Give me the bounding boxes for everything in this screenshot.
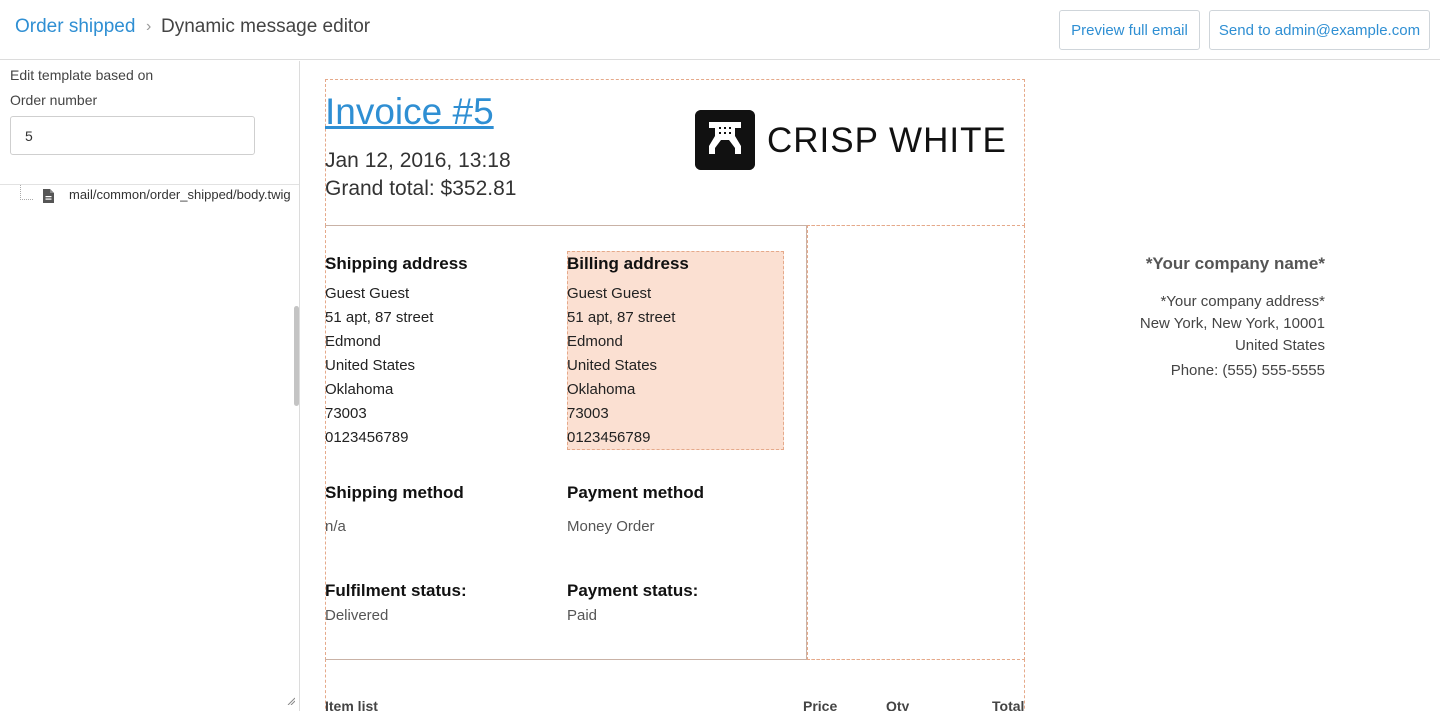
payment-status-heading: Payment status: (567, 581, 699, 600)
shipping-method-heading: Shipping method (325, 483, 464, 502)
send-test-email-button[interactable]: Send to admin@example.com (1209, 10, 1430, 50)
breadcrumb-order-shipped[interactable]: Order shipped (15, 16, 135, 38)
order-number-label: Order number (10, 92, 98, 108)
address-line: 51 apt, 87 street (567, 309, 676, 326)
details-border-top (325, 225, 807, 226)
page-title: Dynamic message editor (161, 16, 371, 37)
payment-status-value: Paid (567, 607, 598, 624)
company-address: *Your company address* (1160, 293, 1325, 310)
address-line: Oklahoma (325, 381, 394, 398)
qty-column-header: Qty (886, 698, 910, 711)
address-line: 51 apt, 87 street (325, 309, 434, 326)
details-border-bottom (325, 659, 807, 660)
item-list-header: Item list (325, 698, 378, 711)
price-column-header: Price (803, 698, 838, 711)
email-preview: Invoice #5 Jan 12, 2016, 13:18 Grand tot… (300, 61, 1440, 711)
address-line: 73003 (325, 405, 367, 422)
address-line: Edmond (325, 333, 381, 350)
address-line: Edmond (567, 333, 623, 350)
shipping-address: Guest Guest 51 apt, 87 street Edmond Uni… (325, 282, 433, 450)
address-line: 73003 (567, 405, 609, 422)
file-icon (43, 189, 54, 203)
invoice-grand-total: Grand total: $352.81 (325, 177, 517, 200)
fulfilment-status-value: Delivered (325, 607, 389, 624)
invoice-title-link[interactable]: Invoice #5 (325, 91, 494, 133)
payment-method-heading: Payment method (567, 483, 704, 502)
fulfilment-status-heading: Fulfilment status: (325, 581, 467, 600)
sidebar-scrollbar[interactable] (294, 306, 299, 406)
resize-grip-icon[interactable] (287, 697, 295, 705)
tree-connector (20, 185, 33, 200)
logo-text: CRISP WHITE (767, 121, 1007, 160)
company-info-block[interactable] (807, 225, 1025, 660)
details-border-right (806, 225, 807, 660)
preview-full-email-button[interactable]: Preview full email (1059, 10, 1200, 50)
company-name: *Your company name* (1145, 254, 1325, 273)
invoice-date: Jan 12, 2016, 13:18 (325, 149, 511, 172)
shipping-address-heading: Shipping address (325, 254, 468, 273)
template-file-item[interactable]: mail/common/order_shipped/body.twig (69, 187, 291, 202)
address-line: 0123456789 (567, 429, 651, 446)
crisp-white-logo-icon (695, 110, 755, 170)
template-sidebar: Edit template based on Order number mail… (0, 61, 300, 711)
address-line: 0123456789 (325, 429, 409, 446)
shipping-method-value: n/a (325, 518, 346, 535)
company-phone: Phone: (555) 555-5555 (1170, 362, 1325, 379)
company-country: United States (1234, 337, 1325, 354)
sidebar-divider (0, 184, 299, 185)
billing-address-heading: Billing address (567, 254, 689, 273)
order-number-input[interactable] (10, 116, 255, 155)
template-label: Edit template based on (10, 67, 154, 83)
address-line: Oklahoma (567, 381, 636, 398)
company-city: New York, New York, 10001 (1139, 315, 1325, 332)
address-line: Guest Guest (325, 285, 410, 302)
item-list-block[interactable] (325, 659, 1025, 711)
address-line: United States (325, 357, 416, 374)
address-line: Guest Guest (567, 285, 652, 302)
total-column-header: Total (992, 698, 1025, 711)
address-line: United States (567, 357, 658, 374)
breadcrumb-separator: › (146, 18, 152, 35)
billing-address: Guest Guest 51 apt, 87 street Edmond Uni… (567, 282, 675, 450)
payment-method-value: Money Order (567, 518, 655, 535)
top-bar: Order shipped › Dynamic message editor P… (0, 0, 1440, 60)
